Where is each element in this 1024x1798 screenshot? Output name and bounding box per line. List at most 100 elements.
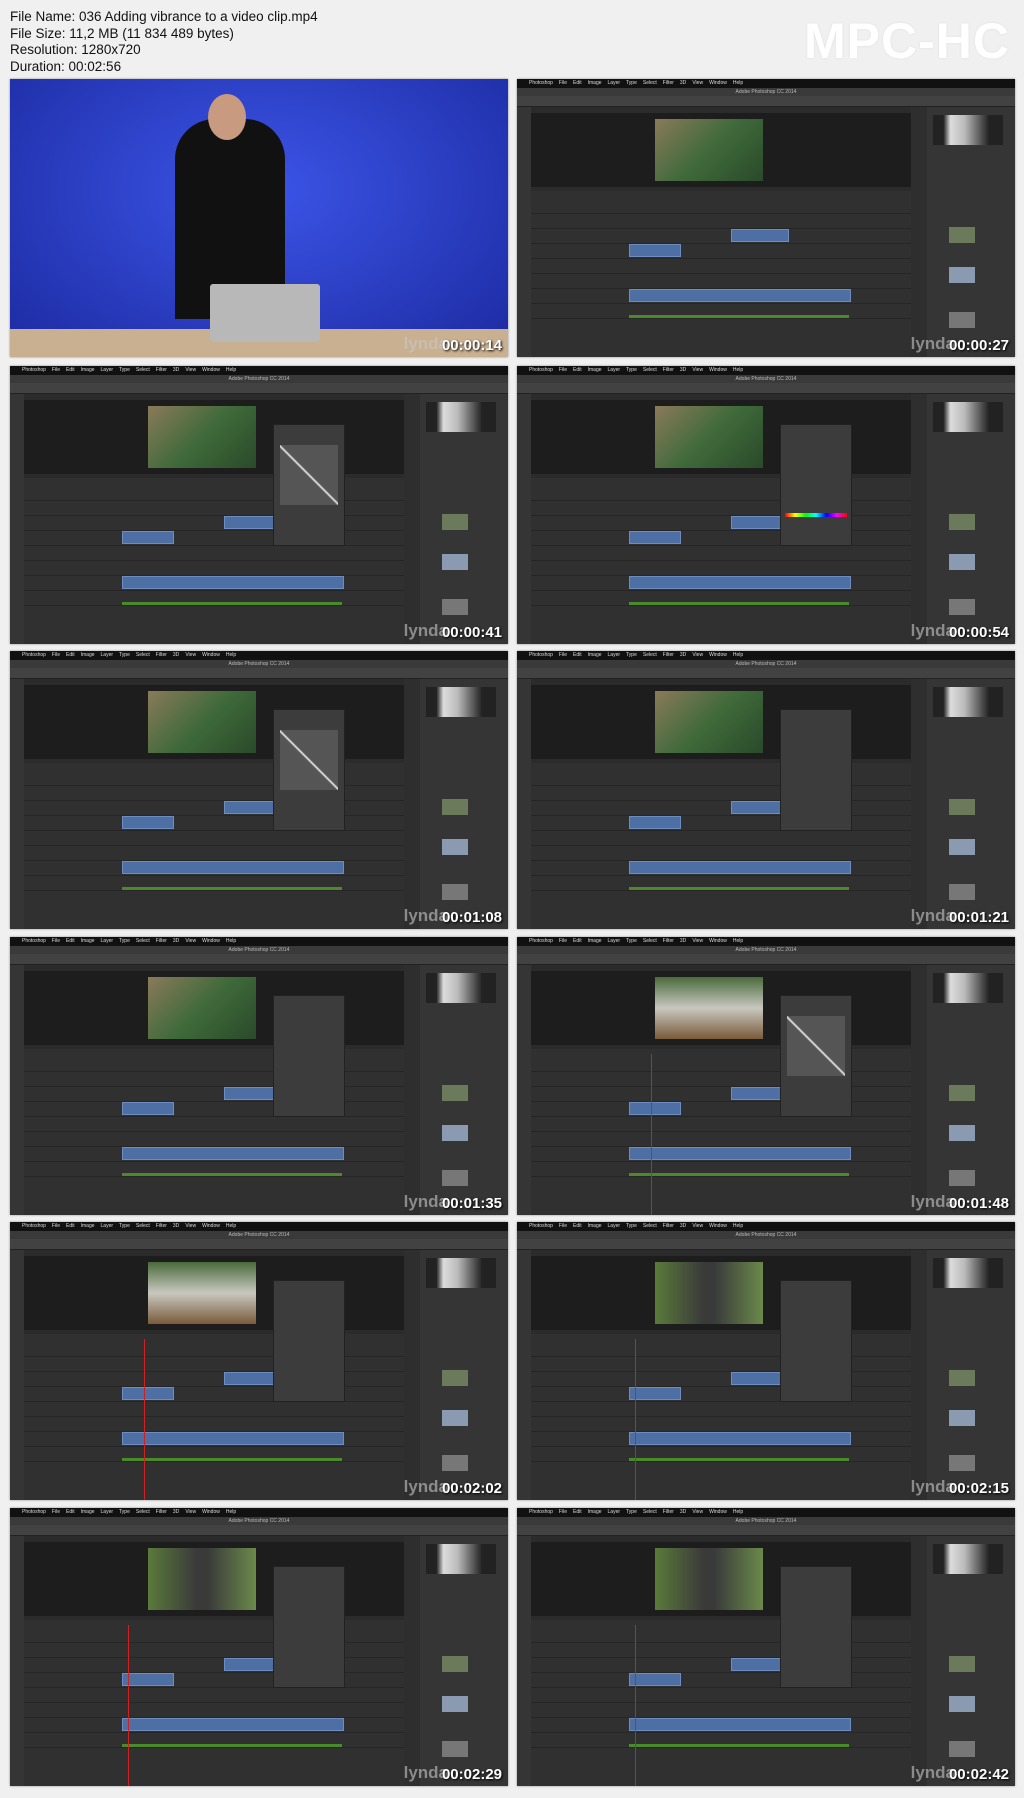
- timeline-clip[interactable]: [629, 244, 681, 257]
- menu-item[interactable]: View: [692, 652, 703, 658]
- menu-item[interactable]: Layer: [608, 1509, 621, 1515]
- layer-thumbnail[interactable]: [442, 1125, 468, 1141]
- menu-item[interactable]: File: [559, 1509, 567, 1515]
- menu-item[interactable]: Filter: [156, 938, 167, 944]
- menu-item[interactable]: Photoshop: [529, 938, 553, 944]
- menu-item[interactable]: 3D: [680, 367, 686, 373]
- menu-item[interactable]: Layer: [608, 367, 621, 373]
- menu-item[interactable]: Filter: [663, 80, 674, 86]
- layer-thumbnail[interactable]: [949, 1455, 975, 1471]
- properties-panel-vibrance[interactable]: [780, 709, 852, 831]
- timeline-track[interactable]: [531, 560, 911, 575]
- timeline-track[interactable]: [24, 1672, 404, 1687]
- menu-item[interactable]: Layer: [608, 938, 621, 944]
- menu-item[interactable]: Image: [588, 80, 602, 86]
- menu-item[interactable]: Type: [626, 80, 637, 86]
- timeline-clip[interactable]: [629, 531, 681, 544]
- menu-item[interactable]: Help: [733, 367, 743, 373]
- timeline-clip[interactable]: [122, 576, 344, 589]
- timeline-track[interactable]: [531, 1101, 911, 1116]
- menu-item[interactable]: Window: [202, 652, 220, 658]
- layer-thumbnail[interactable]: [442, 884, 468, 900]
- menu-item[interactable]: Edit: [573, 938, 582, 944]
- menu-item[interactable]: Filter: [156, 367, 167, 373]
- menu-item[interactable]: Type: [626, 938, 637, 944]
- timeline-track[interactable]: [531, 1176, 911, 1191]
- menu-item[interactable]: Filter: [663, 1223, 674, 1229]
- timeline-track[interactable]: [531, 890, 911, 905]
- menu-item[interactable]: Photoshop: [22, 938, 46, 944]
- timeline-track[interactable]: [531, 515, 911, 530]
- properties-panel-vibrance[interactable]: [273, 1280, 345, 1402]
- timeline-clip[interactable]: [122, 1718, 344, 1731]
- menu-item[interactable]: Layer: [608, 80, 621, 86]
- menu-item[interactable]: Window: [709, 1509, 727, 1515]
- timeline-clip[interactable]: [629, 576, 851, 589]
- menu-item[interactable]: Help: [226, 938, 236, 944]
- timeline-clip[interactable]: [629, 1102, 681, 1115]
- menu-item[interactable]: Type: [626, 652, 637, 658]
- layer-thumbnail[interactable]: [442, 554, 468, 570]
- timeline-track[interactable]: [531, 1672, 911, 1687]
- timeline-track[interactable]: [24, 830, 404, 845]
- layer-thumbnail[interactable]: [949, 227, 975, 243]
- menu-item[interactable]: View: [185, 367, 196, 373]
- curves-graph[interactable]: [280, 730, 338, 790]
- timeline-track[interactable]: [24, 1371, 404, 1386]
- menu-item[interactable]: Edit: [573, 1509, 582, 1515]
- menu-item[interactable]: Type: [119, 938, 130, 944]
- menu-item[interactable]: Window: [709, 1223, 727, 1229]
- menu-item[interactable]: Filter: [156, 1509, 167, 1515]
- menu-item[interactable]: Type: [626, 367, 637, 373]
- menu-item[interactable]: Select: [643, 367, 657, 373]
- layer-thumbnail[interactable]: [949, 1696, 975, 1712]
- timeline-track[interactable]: [24, 1101, 404, 1116]
- timeline-track[interactable]: [24, 1086, 404, 1101]
- menu-item[interactable]: Window: [202, 1509, 220, 1515]
- menu-item[interactable]: File: [52, 1223, 60, 1229]
- menu-item[interactable]: 3D: [680, 80, 686, 86]
- timeline-clip[interactable]: [122, 861, 344, 874]
- timeline-clip[interactable]: [122, 1673, 174, 1686]
- layer-thumbnail[interactable]: [949, 839, 975, 855]
- timeline-track[interactable]: [24, 890, 404, 905]
- timeline-track[interactable]: [531, 1642, 911, 1657]
- menu-item[interactable]: 3D: [173, 1509, 179, 1515]
- menu-item[interactable]: Image: [81, 652, 95, 658]
- timeline-track[interactable]: [531, 1071, 911, 1086]
- menu-item[interactable]: Image: [588, 652, 602, 658]
- playhead[interactable]: [128, 1625, 129, 1786]
- menu-item[interactable]: View: [692, 367, 703, 373]
- layer-thumbnail[interactable]: [442, 799, 468, 815]
- layer-thumbnail[interactable]: [442, 1085, 468, 1101]
- timeline-track[interactable]: [531, 243, 911, 258]
- timeline-track[interactable]: [531, 815, 911, 830]
- menu-item[interactable]: Type: [626, 1223, 637, 1229]
- timeline-track[interactable]: [531, 1116, 911, 1131]
- timeline-track[interactable]: [531, 785, 911, 800]
- properties-panel-vibrance[interactable]: [780, 1566, 852, 1688]
- timeline-track[interactable]: [24, 1116, 404, 1131]
- menu-item[interactable]: Photoshop: [529, 1509, 553, 1515]
- menu-item[interactable]: File: [52, 938, 60, 944]
- menu-item[interactable]: Photoshop: [529, 1223, 553, 1229]
- timeline-track[interactable]: [531, 1461, 911, 1476]
- menu-item[interactable]: Select: [643, 652, 657, 658]
- menu-item[interactable]: Window: [709, 367, 727, 373]
- timeline-track[interactable]: [531, 1747, 911, 1762]
- timeline-track[interactable]: [24, 1461, 404, 1476]
- menu-item[interactable]: Select: [643, 938, 657, 944]
- timeline-track[interactable]: [24, 1386, 404, 1401]
- timeline-clip[interactable]: [629, 1387, 681, 1400]
- timeline-track[interactable]: [531, 1401, 911, 1416]
- menu-item[interactable]: Filter: [156, 1223, 167, 1229]
- timeline-clip[interactable]: [122, 816, 174, 829]
- timeline-clip[interactable]: [629, 1147, 851, 1160]
- timeline-track[interactable]: [531, 228, 911, 243]
- layer-thumbnail[interactable]: [949, 1125, 975, 1141]
- menu-item[interactable]: Type: [626, 1509, 637, 1515]
- menu-item[interactable]: File: [559, 1223, 567, 1229]
- timeline-track[interactable]: [24, 1687, 404, 1702]
- menu-item[interactable]: Edit: [66, 367, 75, 373]
- layer-thumbnail[interactable]: [949, 884, 975, 900]
